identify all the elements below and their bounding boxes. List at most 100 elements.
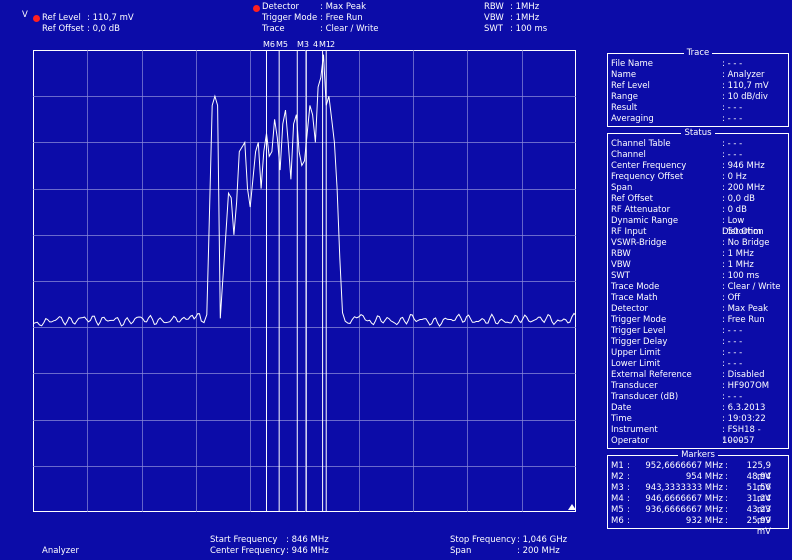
marker-separator: :: [627, 494, 630, 504]
status-panel-row-key: Trigger Level: [611, 326, 666, 336]
trace-panel-row: Ref Level : 110,7 mV: [611, 81, 785, 92]
marker-separator: :: [725, 516, 728, 526]
swt-label: SWT: [484, 24, 503, 34]
status-panel-row: Trigger Level : - - -: [611, 326, 785, 337]
status-panel-row-key: SWT: [611, 271, 630, 281]
markers-panel-title: Markers: [678, 450, 718, 460]
status-panel-row-value: : - - -: [722, 326, 743, 336]
marker-frequency: 943,3333333 MHz: [645, 483, 723, 493]
plot-border: [33, 50, 576, 512]
unit-label: V: [22, 10, 28, 20]
markers-panel: Markers M1 952,6666667 MHz 125,9 mV:: M2 954…: [607, 450, 789, 537]
status-panel-row-value: : - - -: [722, 150, 743, 160]
rbw-value: : 1MHz: [510, 2, 540, 12]
status-panel-row-value: : 19:03:22: [722, 414, 766, 424]
marker-label-m4: 4: [313, 40, 319, 49]
vbw-value: : 1MHz: [510, 13, 540, 23]
status-panel-row-value: : - - -: [722, 337, 743, 347]
trace-panel-row-value: : - - -: [722, 103, 743, 113]
status-panel-row: Detector : Max Peak: [611, 304, 785, 315]
status-panel-row: Date : 6.3.2013: [611, 403, 785, 414]
marker-separator: :: [725, 494, 728, 504]
status-panel-row: Upper Limit : - - -: [611, 348, 785, 359]
status-panel-row-value: : - - -: [722, 392, 743, 402]
span-label: Span: [450, 546, 472, 556]
status-panel-row-key: Upper Limit: [611, 348, 661, 358]
status-panel-row: Ref Offset: 0,0 dB: [611, 194, 785, 205]
trigger-mode-value: : Free Run: [320, 13, 363, 23]
status-panel-row-key: Frequency Offset: [611, 172, 684, 182]
trace-panel-row-value: : Analyzer: [722, 70, 765, 80]
trace-panel-row-value: : 10 dB/div: [722, 92, 768, 102]
center-frequency-value: : 946 MHz: [286, 546, 329, 556]
status-panel-row-value: : 0 dB: [722, 205, 747, 215]
status-panel-row-key: Span: [611, 183, 633, 193]
status-panel-row-key: Trace Math: [611, 293, 658, 303]
marker-name: M5: [611, 505, 624, 515]
sweep-end-arrow: [568, 504, 576, 510]
marker-row: M1 952,6666667 MHz 125,9 mV::: [611, 461, 785, 482]
trace-panel-row: Name: Analyzer: [611, 70, 785, 81]
trace-panel-row-key: Result: [611, 103, 638, 113]
status-panel-row-key: Transducer (dB): [611, 392, 679, 402]
status-panel-row-key: Trace Mode: [611, 282, 660, 292]
spectrum-plot[interactable]: [33, 50, 576, 512]
status-panel-row-key: Operator: [611, 436, 650, 446]
status-panel-row: External Reference: Disabled: [611, 370, 785, 381]
marker-separator: :: [627, 472, 630, 482]
status-panel-row: RF Input: 50 Ohm: [611, 227, 785, 238]
status-panel-row: Center Frequency: 946 MHz: [611, 161, 785, 172]
marker-frequency: 954 MHz: [685, 472, 723, 482]
status-panel-row-key: Channel Table: [611, 139, 671, 149]
status-panel-row-value: : Disabled: [722, 370, 765, 380]
marker-frequency: 952,6666667 MHz: [645, 461, 723, 471]
status-panel-row-value: : - - -: [722, 436, 743, 446]
status-panel-row-key: Date: [611, 403, 632, 413]
status-panel-row: Trace Mode : Clear / Write: [611, 282, 785, 293]
status-panel-row-value: : Free Run: [722, 315, 765, 325]
status-panel-row: Channel Table: - - -: [611, 139, 785, 150]
status-panel-row-key: VSWR-Bridge: [611, 238, 667, 248]
trace-panel-row-key: Range: [611, 92, 638, 102]
center-frequency-label: Center Frequency: [210, 546, 286, 556]
detector-value: : Max Peak: [320, 2, 367, 12]
plot-grid: [33, 50, 576, 512]
swt-value: : 100 ms: [510, 24, 548, 34]
trace-panel-row: Result : - - -: [611, 103, 785, 114]
stop-frequency-value: : 1,046 GHz: [517, 535, 568, 545]
status-panel-row-key: Detector: [611, 304, 649, 314]
marker-row: M3 943,3333333 MHz 51,56 mV::: [611, 483, 785, 504]
status-panel-row-value: : 0,0 dB: [722, 194, 756, 204]
start-frequency-label: Start Frequency: [210, 535, 278, 545]
marker-row: M5 936,6666667 MHz 43,23 mV::: [611, 505, 785, 526]
status-panel-row: VSWR-Bridge: No Bridge: [611, 238, 785, 249]
trigger-mode-label: Trigger Mode: [262, 13, 318, 23]
status-panel-row: Instrument: FSH18 - 100057: [611, 425, 785, 446]
trace-panel-row-key: Averaging: [611, 114, 654, 124]
trace-panel-row-value: : - - -: [722, 114, 743, 124]
status-panel-row-key: Transducer: [611, 381, 658, 391]
marker-separator: :: [627, 461, 630, 471]
marker-row: M2 954 MHz 48,94 mV::: [611, 472, 785, 493]
marker-label-m2: 2: [330, 40, 336, 49]
status-panel-row-value: : Off: [722, 293, 741, 303]
status-panel-title: Status: [681, 128, 715, 138]
status-panel-row-value: : Max Peak: [722, 304, 769, 314]
status-panel-row: Operator : - - -: [611, 436, 785, 447]
status-panel-row: Trigger Delay: - - -: [611, 337, 785, 348]
status-panel-row-value: : 6.3.2013: [722, 403, 766, 413]
status-panel-row-key: Time: [611, 414, 632, 424]
trace-panel-row-key: Ref Level: [611, 81, 650, 91]
mode-label: Analyzer: [42, 546, 79, 556]
ref-level-value: : 110,7 mV: [87, 13, 134, 23]
status-panel-row: Channel: - - -: [611, 150, 785, 161]
trace-panel-row-value: : 110,7 mV: [722, 81, 769, 91]
marker-label-m6: M6: [263, 40, 275, 49]
trace-panel-row-value: : - - -: [722, 59, 743, 69]
trace-panel-title: Trace: [683, 48, 713, 58]
status-panel-row-key: RF Attenuator: [611, 205, 671, 215]
status-panel-row-value: : - - -: [722, 348, 743, 358]
stop-frequency-label: Stop Frequency: [450, 535, 516, 545]
marker-separator: :: [725, 505, 728, 515]
status-panel-row-value: : Clear / Write: [722, 282, 781, 292]
